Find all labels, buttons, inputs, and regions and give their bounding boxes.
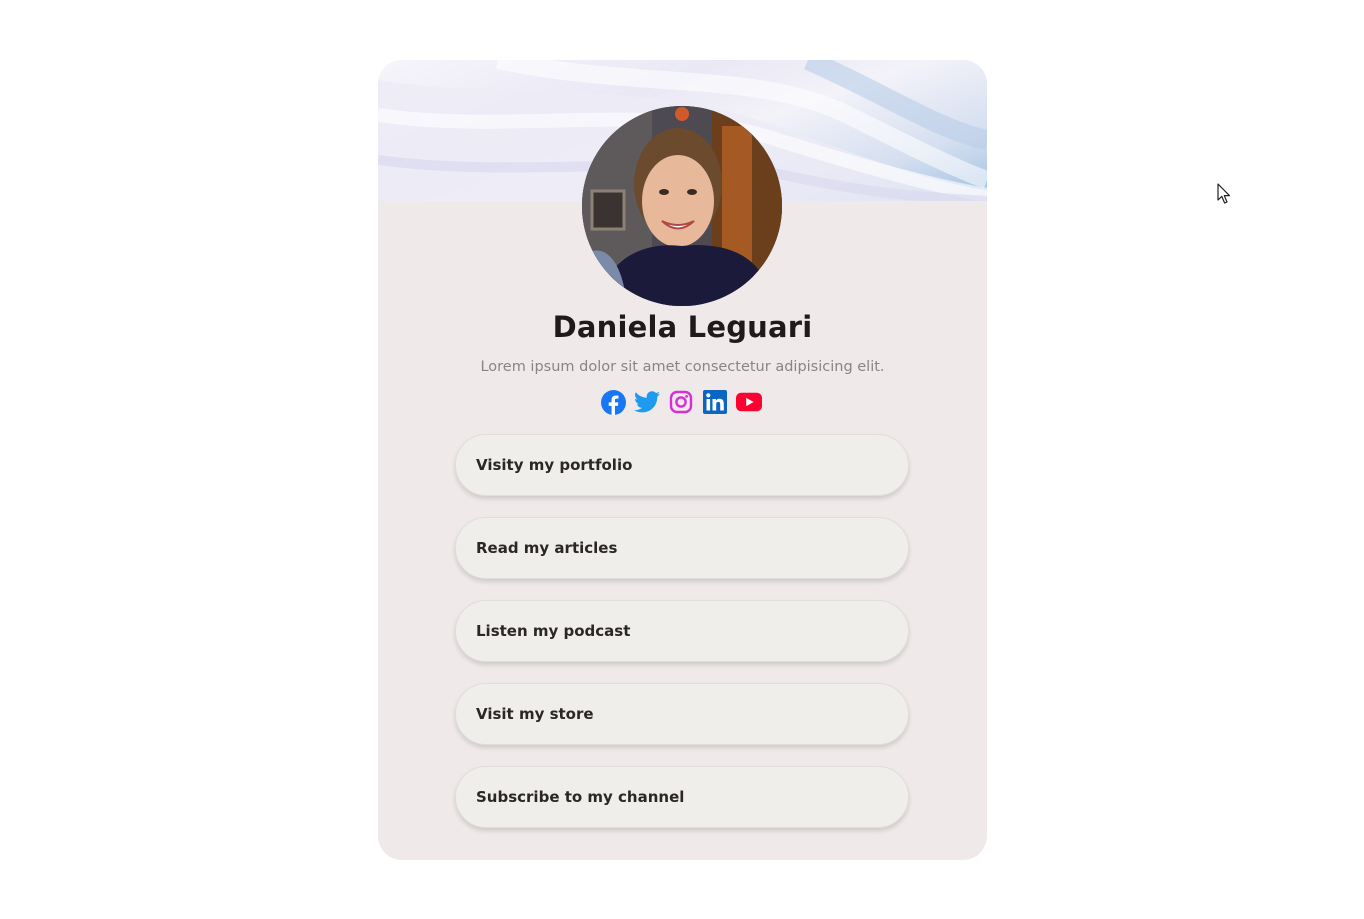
- mouse-cursor-icon: [1217, 183, 1231, 205]
- store-link-button[interactable]: Visit my store: [455, 683, 909, 745]
- social-links: [600, 389, 766, 415]
- articles-link-button[interactable]: Read my articles: [455, 517, 909, 579]
- profile-bio: Lorem ipsum dolor sit amet consectetur a…: [480, 359, 885, 375]
- channel-link-button[interactable]: Subscribe to my channel: [455, 766, 909, 828]
- profile-name: Daniela Leguari: [552, 310, 813, 344]
- twitter-icon[interactable]: [634, 389, 660, 415]
- portfolio-link-button[interactable]: Visity my portfolio: [455, 434, 909, 496]
- profile-avatar: [582, 106, 782, 306]
- facebook-icon[interactable]: [600, 389, 626, 415]
- linkedin-icon[interactable]: [702, 389, 728, 415]
- instagram-icon[interactable]: [668, 389, 694, 415]
- link-list: Visity my portfolio Read my articles Lis…: [455, 434, 909, 849]
- youtube-icon[interactable]: [736, 389, 762, 415]
- podcast-link-button[interactable]: Listen my podcast: [455, 600, 909, 662]
- profile-card: Daniela Leguari Lorem ipsum dolor sit am…: [378, 60, 987, 860]
